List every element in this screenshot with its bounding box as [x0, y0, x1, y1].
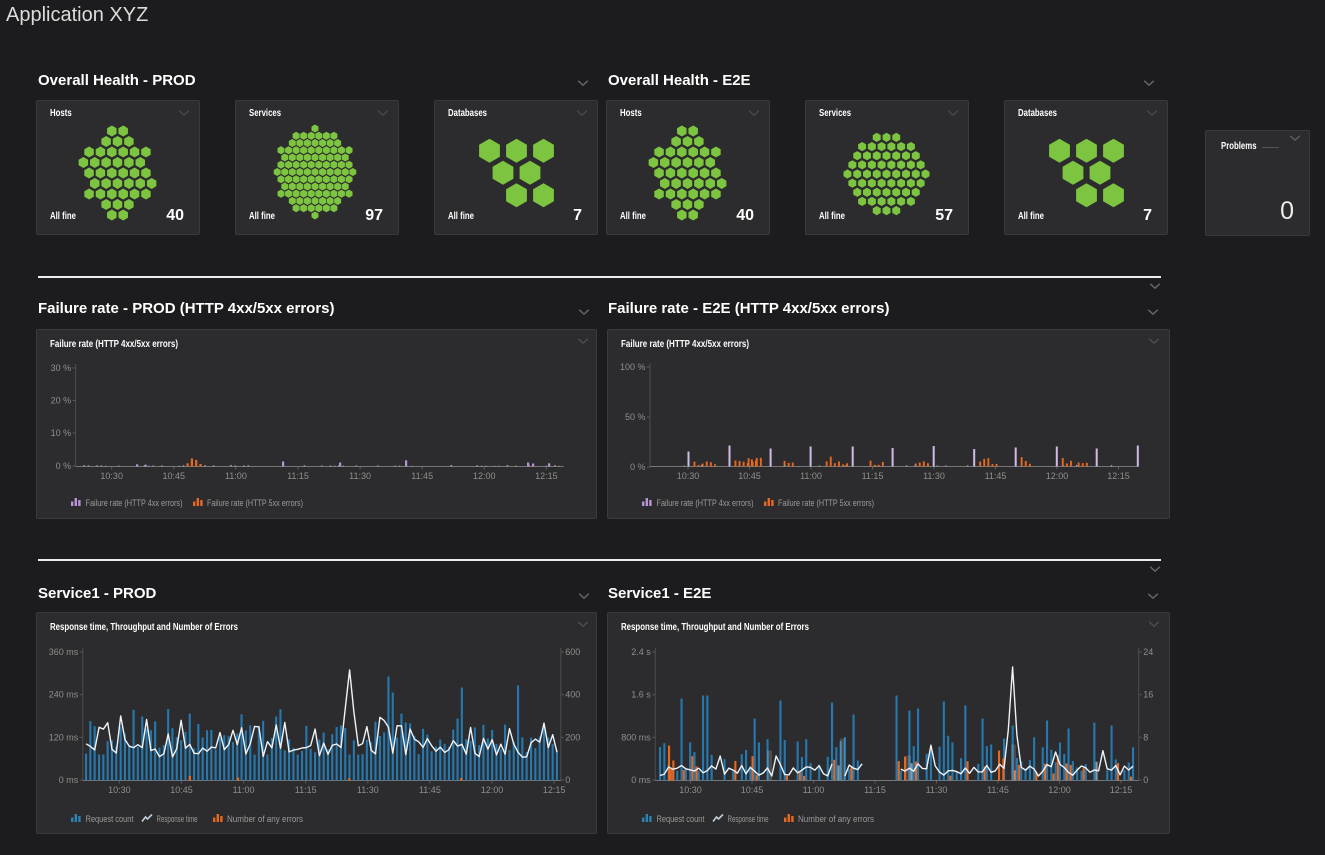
- svg-text:400: 400: [565, 690, 580, 700]
- svg-text:11:45: 11:45: [419, 785, 441, 795]
- svg-text:240 ms: 240 ms: [49, 690, 79, 700]
- svg-text:11:15: 11:15: [862, 471, 884, 481]
- svg-text:Failure rate (HTTP 5xx errors): Failure rate (HTTP 5xx errors): [207, 498, 303, 509]
- svg-text:0: 0: [565, 775, 570, 785]
- svg-text:11:45: 11:45: [985, 471, 1007, 481]
- svg-text:11:30: 11:30: [357, 785, 379, 795]
- svg-text:Response time, Throughput and: Response time, Throughput and Number of …: [621, 622, 809, 633]
- svg-text:Number of any errors: Number of any errors: [227, 814, 303, 825]
- svg-text:Number of any errors: Number of any errors: [798, 814, 874, 825]
- svg-text:10:30: 10:30: [108, 785, 131, 795]
- svg-text:11:00: 11:00: [225, 471, 247, 481]
- svg-text:Failure rate (HTTP 4xx/5xx err: Failure rate (HTTP 4xx/5xx errors): [621, 339, 749, 350]
- svg-text:11:15: 11:15: [295, 785, 317, 795]
- svg-text:0: 0: [1143, 775, 1148, 785]
- svg-text:11:30: 11:30: [923, 471, 945, 481]
- svg-text:0 ms: 0 ms: [631, 775, 651, 785]
- svg-text:Response time: Response time: [728, 814, 769, 825]
- svg-text:2.4 s: 2.4 s: [631, 647, 651, 657]
- svg-text:12:00: 12:00: [1048, 785, 1071, 795]
- svg-text:11:15: 11:15: [864, 785, 886, 795]
- svg-text:50 %: 50 %: [625, 412, 646, 422]
- svg-text:10:30: 10:30: [679, 785, 702, 795]
- svg-text:10:45: 10:45: [170, 785, 193, 795]
- svg-text:10:30: 10:30: [100, 471, 123, 481]
- svg-text:Failure rate (HTTP 5xx errors): Failure rate (HTTP 5xx errors): [778, 498, 874, 509]
- svg-text:Request count: Request count: [86, 814, 134, 825]
- svg-text:0 ms: 0 ms: [59, 775, 79, 785]
- svg-text:12:00: 12:00: [1046, 471, 1069, 481]
- svg-text:1.6 s: 1.6 s: [631, 690, 651, 700]
- svg-text:12:00: 12:00: [481, 785, 504, 795]
- svg-text:11:45: 11:45: [987, 785, 1009, 795]
- svg-text:120 ms: 120 ms: [49, 732, 79, 742]
- svg-text:8: 8: [1143, 732, 1148, 742]
- svg-text:12:15: 12:15: [1107, 471, 1130, 481]
- svg-text:0 %: 0 %: [56, 461, 72, 471]
- svg-text:16: 16: [1143, 690, 1153, 700]
- svg-text:Failure rate (HTTP 4xx errors): Failure rate (HTTP 4xx errors): [657, 498, 754, 509]
- svg-text:Failure rate (HTTP 4xx errors): Failure rate (HTTP 4xx errors): [86, 498, 183, 509]
- svg-text:30 %: 30 %: [51, 363, 72, 373]
- svg-text:800 ms: 800 ms: [621, 732, 651, 742]
- svg-text:10 %: 10 %: [51, 428, 72, 438]
- svg-text:11:00: 11:00: [803, 785, 825, 795]
- svg-text:11:15: 11:15: [287, 471, 309, 481]
- svg-text:200: 200: [565, 732, 580, 742]
- svg-text:Response time: Response time: [157, 814, 198, 825]
- svg-text:20 %: 20 %: [51, 396, 72, 406]
- svg-text:10:45: 10:45: [738, 471, 761, 481]
- svg-text:11:45: 11:45: [411, 471, 433, 481]
- svg-text:600: 600: [565, 647, 580, 657]
- svg-text:10:30: 10:30: [677, 471, 700, 481]
- svg-text:12:15: 12:15: [1110, 785, 1133, 795]
- svg-text:11:00: 11:00: [233, 785, 255, 795]
- svg-text:11:30: 11:30: [349, 471, 371, 481]
- svg-text:10:45: 10:45: [741, 785, 764, 795]
- svg-text:0 %: 0 %: [630, 462, 646, 472]
- svg-text:Response time, Throughput and: Response time, Throughput and Number of …: [50, 622, 238, 633]
- svg-text:360 ms: 360 ms: [49, 647, 79, 657]
- svg-text:11:00: 11:00: [800, 471, 822, 481]
- svg-text:24: 24: [1143, 647, 1153, 657]
- svg-text:Failure rate (HTTP 4xx/5xx err: Failure rate (HTTP 4xx/5xx errors): [50, 339, 178, 350]
- svg-text:12:15: 12:15: [543, 785, 566, 795]
- svg-text:100 %: 100 %: [620, 362, 646, 372]
- svg-text:Request count: Request count: [657, 814, 705, 825]
- svg-text:11:30: 11:30: [926, 785, 948, 795]
- svg-text:12:15: 12:15: [535, 471, 558, 481]
- svg-text:10:45: 10:45: [163, 471, 186, 481]
- svg-text:12:00: 12:00: [473, 471, 496, 481]
